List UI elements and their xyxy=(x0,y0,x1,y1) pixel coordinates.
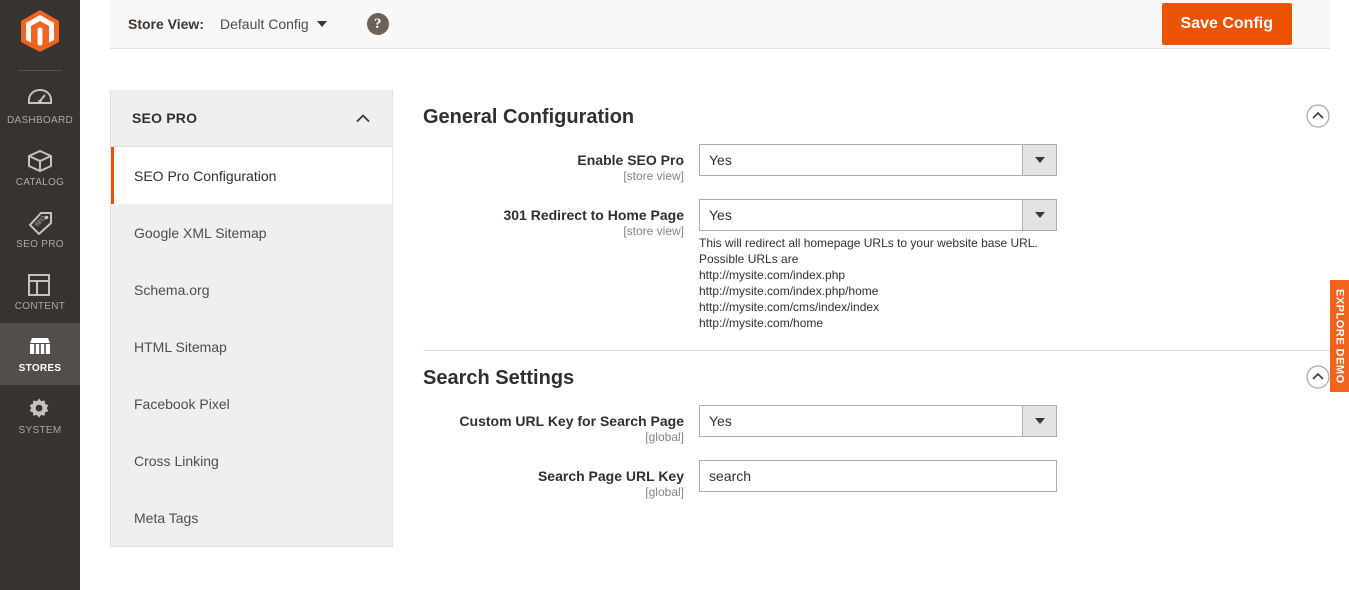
field-search-page-url-key: Search Page URL Key [global] xyxy=(423,460,1330,500)
page-header: Store View: Default Config ? Save Config xyxy=(110,0,1330,49)
field-label: 301 Redirect to Home Page [store view] xyxy=(423,199,699,239)
sidebar-item-label: DASHBOARD xyxy=(6,114,74,126)
select-value: Yes xyxy=(709,413,732,429)
field-control xyxy=(699,460,1057,492)
field-label: Enable SEO Pro [store view] xyxy=(423,144,699,184)
field-label-text: 301 Redirect to Home Page xyxy=(503,207,684,223)
config-nav-item-cross-linking[interactable]: Cross Linking xyxy=(111,432,392,489)
field-helper-text: This will redirect all homepage URLs to … xyxy=(699,235,1099,331)
magento-logo[interactable] xyxy=(0,0,80,62)
config-nav-item-schema-org[interactable]: Schema.org xyxy=(111,261,392,318)
config-nav-item-label: HTML Sitemap xyxy=(134,338,227,355)
sidebar-item-label: SYSTEM xyxy=(18,424,62,436)
helper-line: Possible URLs are xyxy=(699,252,799,266)
admin-sidebar: DASHBOARD CATALOG SEO SEO PRO CONTENT ST… xyxy=(0,0,80,590)
config-nav-item-label: Google XML Sitemap xyxy=(134,224,267,241)
config-nav-item-label: Meta Tags xyxy=(134,509,199,526)
question-mark-icon[interactable]: ? xyxy=(366,13,389,35)
sidebar-item-label: STORES xyxy=(18,362,62,374)
field-301-redirect-to-home-page: 301 Redirect to Home Page [store view] Y… xyxy=(423,199,1330,331)
chevron-up-icon xyxy=(356,113,370,123)
explore-demo-label: EXPLORE DEMO xyxy=(1333,288,1346,384)
config-nav-item-label: Facebook Pixel xyxy=(134,395,230,412)
field-label: Search Page URL Key [global] xyxy=(423,460,699,500)
config-nav-item-facebook-pixel[interactable]: Facebook Pixel xyxy=(111,375,392,432)
chevron-down-icon[interactable] xyxy=(1022,406,1056,436)
section-header-search-settings[interactable]: Search Settings xyxy=(423,351,1330,405)
store-view-value: Default Config xyxy=(220,16,309,32)
catalog-box-icon xyxy=(27,149,53,173)
config-nav-title: SEO PRO xyxy=(132,110,198,126)
sidebar-item-dashboard[interactable]: DASHBOARD xyxy=(0,75,80,137)
field-scope-text: [store view] xyxy=(623,169,684,183)
config-nav-item-html-sitemap[interactable]: HTML Sitemap xyxy=(111,318,392,375)
store-view-switcher[interactable]: Default Config xyxy=(220,16,327,32)
select-value: Yes xyxy=(709,207,732,223)
search-page-url-key-input[interactable] xyxy=(699,460,1057,492)
sidebar-item-system[interactable]: SYSTEM xyxy=(0,385,80,447)
custom-url-key-select[interactable]: Yes xyxy=(699,405,1057,437)
field-control: Yes xyxy=(699,144,1057,176)
config-nav-item-google-xml-sitemap[interactable]: Google XML Sitemap xyxy=(111,204,392,261)
section-title: Search Settings xyxy=(423,366,575,389)
enable-seo-pro-select[interactable]: Yes xyxy=(699,144,1057,176)
save-config-button[interactable]: Save Config xyxy=(1161,3,1292,45)
seo-tag-icon: SEO xyxy=(27,211,53,235)
sidebar-item-label: SEO PRO xyxy=(16,238,64,250)
system-gear-icon xyxy=(27,397,53,421)
store-view-label: Store View: xyxy=(128,16,204,32)
config-nav-header[interactable]: SEO PRO xyxy=(111,90,392,147)
sidebar-item-catalog[interactable]: CATALOG xyxy=(0,137,80,199)
field-label-text: Search Page URL Key xyxy=(537,468,684,484)
field-scope-text: [store view] xyxy=(623,224,684,238)
redirect-home-select[interactable]: Yes xyxy=(699,199,1057,231)
field-label-text: Enable SEO Pro xyxy=(577,152,684,168)
config-section-nav: SEO PRO SEO Pro Configuration Google XML… xyxy=(110,90,393,547)
helper-line: http://mysite.com/home xyxy=(699,316,824,330)
field-enable-seo-pro: Enable SEO Pro [store view] Yes xyxy=(423,144,1330,184)
nav-divider xyxy=(18,70,62,71)
helper-line: http://mysite.com/index.php/home xyxy=(699,284,879,298)
explore-demo-tab[interactable]: EXPLORE DEMO xyxy=(1330,280,1349,392)
config-form: General Configuration Enable SEO Pro [st… xyxy=(423,90,1330,515)
helper-line: This will redirect all homepage URLs to … xyxy=(699,236,1038,250)
section-title: General Configuration xyxy=(423,105,635,128)
sidebar-item-stores[interactable]: STORES xyxy=(0,323,80,385)
section-header-general-configuration[interactable]: General Configuration xyxy=(423,90,1330,144)
stores-shop-icon xyxy=(27,335,53,359)
field-custom-url-key-for-search-page: Custom URL Key for Search Page [global] … xyxy=(423,405,1330,445)
chevron-down-icon[interactable] xyxy=(1022,200,1056,230)
magento-logo-icon xyxy=(21,10,59,52)
circle-chevron-up-icon[interactable] xyxy=(1306,104,1330,128)
chevron-down-icon xyxy=(316,21,327,27)
config-nav-item-label: Schema.org xyxy=(134,281,210,298)
select-value: Yes xyxy=(709,152,732,168)
config-nav-item-label: Cross Linking xyxy=(134,452,219,469)
chevron-down-icon[interactable] xyxy=(1022,145,1056,175)
field-label-text: Custom URL Key for Search Page xyxy=(459,413,684,429)
sidebar-item-seo-pro[interactable]: SEO SEO PRO xyxy=(0,199,80,261)
config-nav-item-label: SEO Pro Configuration xyxy=(134,167,277,184)
field-label: Custom URL Key for Search Page [global] xyxy=(423,405,699,445)
admin-page: DASHBOARD CATALOG SEO SEO PRO CONTENT ST… xyxy=(0,0,1349,590)
dashboard-icon xyxy=(27,87,53,111)
field-scope-text: [global] xyxy=(645,485,684,499)
sidebar-item-label: CONTENT xyxy=(14,300,66,312)
config-nav-item-meta-tags[interactable]: Meta Tags xyxy=(111,489,392,546)
field-control: Yes This will redirect all homepage URLs… xyxy=(699,199,1099,331)
field-control: Yes xyxy=(699,405,1057,437)
sidebar-item-label: CATALOG xyxy=(15,176,65,188)
sidebar-item-content[interactable]: CONTENT xyxy=(0,261,80,323)
circle-chevron-up-icon[interactable] xyxy=(1306,365,1330,389)
content-layout-icon xyxy=(27,273,53,297)
helper-line: http://mysite.com/cms/index/index xyxy=(699,300,880,314)
field-scope-text: [global] xyxy=(645,430,684,444)
config-nav-item-seo-pro-configuration[interactable]: SEO Pro Configuration xyxy=(111,147,392,204)
helper-line: http://mysite.com/index.php xyxy=(699,268,846,282)
